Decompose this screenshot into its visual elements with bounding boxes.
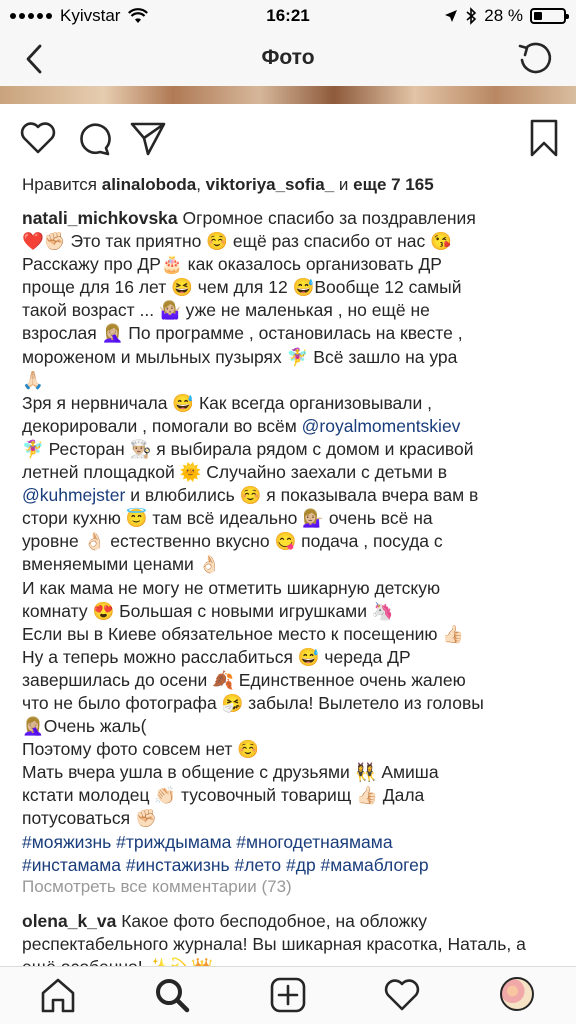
caption-line: Зря я нервничала 😅 Как всегда организовы… — [22, 392, 433, 413]
bluetooth-icon — [466, 7, 477, 25]
caption-line: проще для 16 лет 😆 чем для 12 😅Вообще 12… — [22, 277, 462, 298]
caption-line: декорировали , помогали во всём @royalmo… — [22, 415, 562, 438]
caption-line: кстати молодец 👏🏻 тусовочный товарищ 👍🏻 … — [22, 785, 425, 806]
caption-line: 🙏🏻 — [22, 369, 44, 390]
comment-item: olena_k_va Какое фото бесподобное, на об… — [22, 910, 562, 966]
battery-percent: 28 % — [484, 6, 523, 25]
likes-count[interactable]: еще 7 165 — [353, 175, 434, 194]
caption-line: 🤦🏼‍♀️Очень жаль( — [22, 716, 147, 737]
bookmark-icon[interactable] — [524, 118, 564, 158]
heart-icon[interactable] — [18, 118, 58, 158]
activity-heart-icon[interactable] — [382, 975, 422, 1015]
liker-link[interactable]: viktoriya_sofia_ — [206, 175, 335, 194]
refresh-icon[interactable] — [516, 40, 554, 78]
caption-line: комнату 😍 Большая с новыми игрушками 🦄 — [22, 600, 394, 621]
hashtag-line[interactable]: #мояжизнь #триждымама #многодетнаямама — [22, 831, 562, 854]
caption-line: Поэтому фото совсем нет ☺️ — [22, 739, 260, 760]
mention-link[interactable]: @kuhmejster — [22, 485, 125, 505]
caption-line: Ну а теперь можно расслабиться 😅 череда … — [22, 646, 411, 667]
caption-line: Если вы в Киеве обязательное место к пос… — [22, 623, 465, 644]
caption-text: и влюбились ☺️ я показывала вчера вам в — [125, 485, 479, 506]
mention-link[interactable]: @royalmomentskiev — [302, 416, 461, 436]
post-photo[interactable] — [0, 86, 576, 104]
caption-line: @kuhmejster и влюбились ☺️ я показывала … — [22, 484, 562, 507]
battery-icon — [530, 8, 569, 24]
caption-line: 🧚‍♀️ Ресторан 👨🏼‍🍳 я выбирала рядом с до… — [22, 438, 474, 459]
likes-separator: , — [196, 175, 206, 194]
status-bar: Kyivstar 16:21 28 % — [0, 0, 576, 32]
liker-link[interactable]: alinaloboda — [102, 175, 196, 194]
author-username[interactable]: natali_michkovska — [22, 208, 178, 228]
view-all-comments-link[interactable]: Посмотреть все комментарии (73) — [22, 877, 292, 897]
caption-line: что не было фотографа 🤧 забыла! Вылетело… — [22, 692, 484, 713]
post-actions — [0, 118, 576, 162]
caption-text: декорировали , помогали во всём — [22, 415, 302, 436]
home-icon[interactable] — [38, 975, 78, 1015]
caption-line: уровне 👌🏻 естественно вкусно 😋 подача , … — [22, 531, 443, 552]
caption-line: Мать вчера ушла в общение с друзьями 👯‍♀… — [22, 762, 439, 783]
post-caption: natali_michkovska Огромное спасибо за по… — [22, 207, 562, 877]
caption-line: летней площадкой 🌞 Случайно заехали с де… — [22, 462, 448, 483]
hashtag-line[interactable]: #инстамама #инстажизнь #лето #др #мамабл… — [22, 854, 562, 877]
caption-line: стори кухню 😇 там всё идеально 💁🏼‍♀️ оче… — [22, 508, 433, 529]
caption-text: Огромное спасибо за поздравления — [177, 208, 476, 228]
caption-line: И как мама не могу не отметить шикарную … — [22, 577, 441, 598]
caption-line: потусоваться ✊🏻 — [22, 808, 157, 829]
caption-line: вменяемыми ценами 👌🏻 — [22, 554, 221, 575]
caption-line: взрослая 🤦🏼‍♀️ По программе , остановила… — [22, 323, 463, 344]
comment-username[interactable]: olena_k_va — [22, 911, 116, 931]
caption-line: ❤️✊🏻 Это так приятно ☺️ ещё раз спасибо … — [22, 231, 452, 252]
page-title: Фото — [261, 46, 315, 69]
tab-bar — [0, 966, 576, 1024]
likes-and: и — [334, 175, 354, 194]
caption-line: мороженом и мыльных пузырях 🧚‍♀️ Всё заш… — [22, 346, 458, 367]
status-right: 28 % — [444, 6, 569, 26]
search-icon[interactable] — [152, 975, 192, 1015]
comment-icon[interactable] — [74, 118, 114, 158]
caption-line: такой возраст ... 🤷🏼‍♀️ уже не маленькая… — [22, 300, 430, 321]
caption-line: natali_michkovska Огромное спасибо за по… — [22, 207, 562, 230]
caption-line: завершилась до осени 🍂 Единственное очен… — [22, 669, 466, 690]
share-icon[interactable] — [128, 118, 168, 158]
add-post-icon[interactable] — [268, 975, 308, 1015]
location-arrow-icon — [445, 10, 458, 22]
caption-line: Расскажу про ДР🎂 как оказалось организов… — [22, 254, 442, 275]
profile-avatar[interactable] — [500, 977, 534, 1011]
nav-bar: Фото — [0, 32, 576, 86]
battery-level — [534, 12, 542, 20]
likes-prefix: Нравится — [22, 175, 102, 194]
likes-line: Нравится alinaloboda, viktoriya_sofia_ и… — [22, 175, 434, 195]
